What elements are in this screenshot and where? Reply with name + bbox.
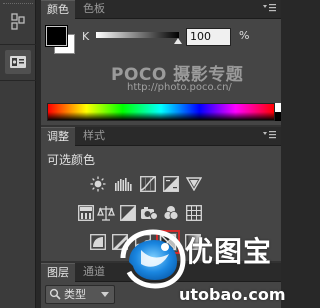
properties-panel-icon[interactable] [5, 50, 31, 74]
color-lookup-icon[interactable] [185, 204, 203, 222]
adjustments-panel-header: 调整 样式 [41, 127, 281, 146]
photo-filter-icon[interactable] [140, 204, 158, 222]
spectrum-black-swatch[interactable] [275, 112, 281, 121]
vibrance-icon[interactable] [185, 175, 203, 193]
color-panel-header: 颜色 色板 [41, 0, 281, 19]
spectrum-white-swatch[interactable] [275, 103, 281, 112]
curves-icon[interactable] [139, 175, 157, 193]
search-icon [49, 288, 61, 305]
tab-swatches[interactable]: 色板 [77, 0, 111, 19]
adjustments-panel-menu-icon[interactable] [261, 130, 277, 142]
channel-label: K [82, 30, 90, 43]
history-icon[interactable] [5, 10, 31, 34]
foreground-color-swatch[interactable] [46, 26, 67, 46]
brightness-contrast-icon[interactable] [89, 175, 107, 193]
color-panel-menu-icon[interactable] [261, 3, 277, 15]
k-unit-label: % [239, 29, 250, 42]
tab-layers[interactable]: 图层 [41, 263, 75, 282]
tab-channels[interactable]: 通道 [77, 263, 111, 282]
layer-kind-filter[interactable]: 类型 [45, 285, 115, 304]
black-white-icon[interactable] [119, 204, 137, 222]
exposure-icon[interactable] [162, 175, 180, 193]
utobao-watermark-logo: 优图宝 utobao.com [119, 228, 286, 308]
logo-domain-text: utobao.com [179, 285, 286, 304]
k-slider-track[interactable] [96, 32, 179, 38]
tab-styles[interactable]: 样式 [77, 127, 111, 146]
color-balance-icon[interactable] [97, 204, 115, 222]
tab-adjustments[interactable]: 调整 [41, 127, 75, 146]
k-value-field[interactable]: 100 [186, 28, 231, 46]
tab-color[interactable]: 颜色 [41, 0, 75, 19]
left-toolbar-strip [0, 0, 36, 308]
logo-brand-text: 优图宝 [185, 235, 273, 268]
color-panel: K 100 % POCO 摄影专题 http://photo.poco.cn/ [41, 19, 281, 125]
hue-saturation-icon[interactable] [77, 204, 95, 222]
color-spectrum-ramp[interactable] [47, 103, 275, 121]
watermark-url: http://photo.poco.cn/ [127, 82, 232, 93]
current-adjustment-label: 可选颜色 [47, 153, 96, 167]
channel-mixer-icon[interactable] [162, 204, 180, 222]
chevron-down-icon [101, 292, 109, 297]
levels-icon[interactable] [114, 175, 132, 193]
layer-kind-value: 类型 [64, 288, 86, 301]
k-slider-thumb[interactable] [174, 38, 182, 44]
invert-icon[interactable] [89, 233, 107, 251]
strip-grip[interactable] [3, 3, 33, 6]
